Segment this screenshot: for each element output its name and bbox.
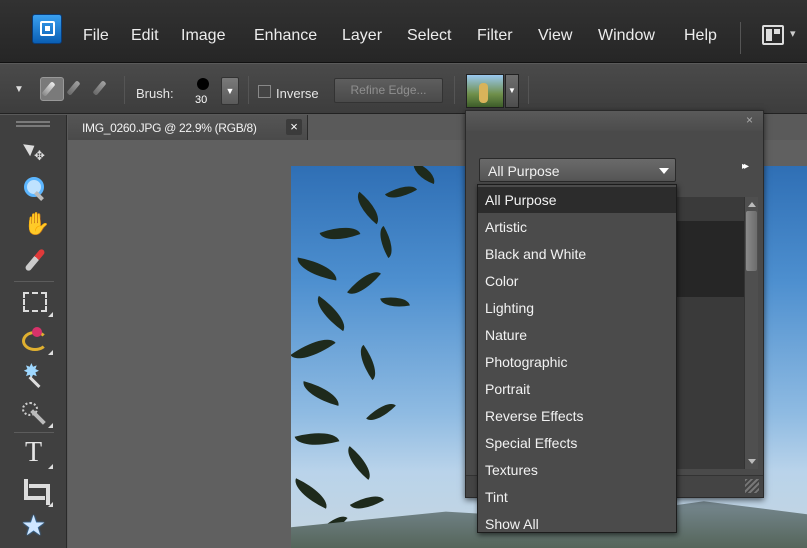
toolbox-grip[interactable]	[16, 121, 50, 127]
dropdown-option-portrait[interactable]: Portrait	[478, 376, 676, 402]
menu-image[interactable]: Image	[181, 27, 225, 45]
dropdown-option-special-effects[interactable]: Special Effects	[478, 430, 676, 456]
menu-view[interactable]: View	[538, 27, 572, 45]
dropdown-option-nature[interactable]: Nature	[478, 322, 676, 348]
brush-label: Brush:	[136, 86, 174, 101]
dropdown-option-black-and-white[interactable]: Black and White	[478, 241, 676, 267]
move-icon[interactable]	[20, 138, 48, 166]
rectangular-marquee-icon[interactable]	[20, 287, 53, 317]
document-tab-label: IMG_0260.JPG @ 22.9% (RGB/8)	[82, 121, 257, 135]
menu-layer[interactable]: Layer	[342, 27, 382, 45]
category-select-value: All Purpose	[488, 163, 560, 179]
quick-selection-icon[interactable]	[20, 398, 53, 428]
tool-preset-caret-icon[interactable]: ▼	[14, 84, 24, 95]
brush-preview-icon[interactable]	[197, 78, 209, 90]
dropdown-option-all-purpose[interactable]: All Purpose	[478, 187, 676, 213]
hand-icon[interactable]	[20, 211, 50, 239]
type-icon[interactable]	[20, 437, 53, 469]
workspace-layout-icon[interactable]	[762, 25, 784, 45]
scroll-up-icon[interactable]	[748, 202, 756, 207]
dropdown-option-tint[interactable]: Tint	[478, 484, 676, 510]
brush-size-value: 30	[195, 94, 208, 106]
close-icon[interactable]: ×	[746, 113, 753, 127]
menu-filter[interactable]: Filter	[477, 27, 513, 45]
app-logo-icon[interactable]	[32, 14, 62, 44]
close-icon[interactable]: ×	[286, 119, 302, 135]
filter-list[interactable]	[677, 197, 745, 469]
resize-grip-icon[interactable]	[745, 479, 759, 493]
toolbox-separator	[14, 281, 54, 282]
magic-wand-icon[interactable]	[20, 359, 48, 389]
filter-list-highlight	[677, 221, 745, 297]
zoom-icon[interactable]	[20, 175, 48, 203]
document-tab[interactable]: IMG_0260.JPG @ 22.9% (RGB/8) ×	[68, 115, 308, 140]
lasso-icon[interactable]	[20, 325, 53, 355]
scroll-thumb[interactable]	[746, 211, 757, 271]
menu-window[interactable]: Window	[598, 27, 655, 45]
filter-thumbnail-button[interactable]	[466, 74, 504, 108]
brush-picker-button[interactable]: ▼	[221, 77, 239, 105]
toolbox	[0, 115, 67, 548]
menu-file[interactable]: File	[83, 27, 109, 45]
options-separator	[528, 76, 529, 104]
options-separator	[248, 76, 249, 104]
options-separator	[124, 76, 125, 104]
options-separator	[454, 76, 455, 104]
filter-panel-toggle-button[interactable]: ▼	[505, 74, 519, 108]
category-select[interactable]: All Purpose	[479, 158, 676, 182]
dropdown-option-artistic[interactable]: Artistic	[478, 214, 676, 240]
dropdown-option-show-all[interactable]: Show All	[478, 511, 676, 537]
crop-icon[interactable]	[20, 477, 53, 507]
brush-subtract-icon[interactable]	[92, 77, 116, 101]
brush-add-icon[interactable]	[66, 77, 90, 101]
dropdown-option-reverse-effects[interactable]: Reverse Effects	[478, 403, 676, 429]
panel-header[interactable]: ×	[466, 111, 763, 131]
selection-brush-icon[interactable]	[40, 77, 64, 101]
category-dropdown-list: All Purpose Artistic Black and White Col…	[477, 184, 677, 533]
dropdown-option-lighting[interactable]: Lighting	[478, 295, 676, 321]
menu-separator	[740, 22, 741, 54]
dropdown-option-color[interactable]: Color	[478, 268, 676, 294]
inverse-checkbox[interactable]	[258, 85, 271, 98]
chevron-down-icon	[659, 168, 669, 174]
refine-edge-button[interactable]: Refine Edge...	[334, 78, 443, 103]
cookie-cutter-icon[interactable]	[20, 509, 48, 542]
toolbox-separator	[14, 432, 54, 433]
inverse-label[interactable]: Inverse	[276, 86, 319, 101]
panel-menu-icon[interactable]: ▸▸	[742, 161, 749, 172]
dropdown-option-textures[interactable]: Textures	[478, 457, 676, 483]
chevron-down-icon[interactable]: ▾	[790, 27, 796, 40]
tool-options-bar: ▼ Brush: 30 ▼ Inverse Refine Edge... ▼	[0, 64, 807, 114]
dropdown-option-photographic[interactable]: Photographic	[478, 349, 676, 375]
menu-bar: File Edit Image Enhance Layer Select Fil…	[0, 0, 807, 63]
menu-help[interactable]: Help	[684, 27, 717, 45]
menu-select[interactable]: Select	[407, 27, 451, 45]
scrollbar[interactable]	[744, 197, 758, 469]
menu-enhance[interactable]: Enhance	[254, 27, 317, 45]
scroll-down-icon[interactable]	[748, 459, 756, 464]
eyedropper-icon[interactable]	[20, 247, 48, 275]
menu-edit[interactable]: Edit	[131, 27, 159, 45]
